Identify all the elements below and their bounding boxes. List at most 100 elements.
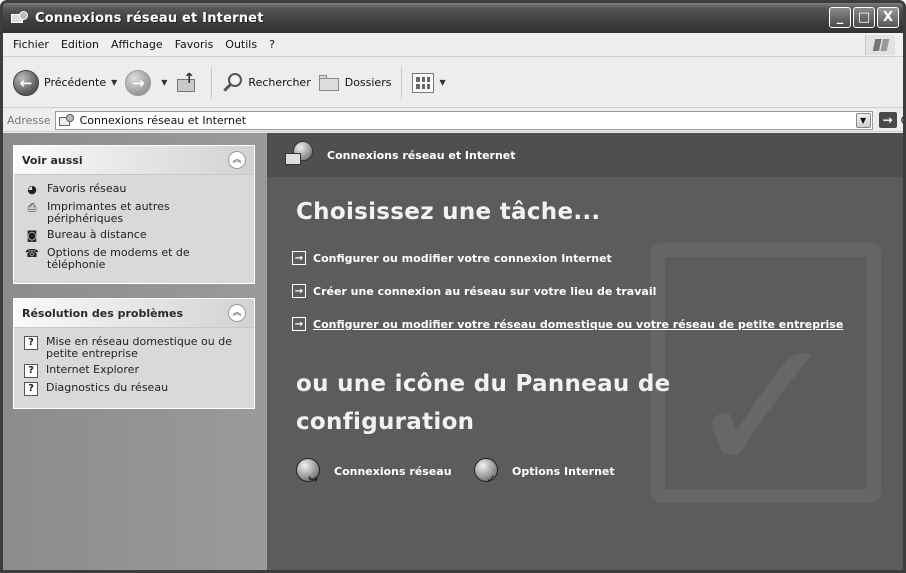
- menu-help[interactable]: ?: [263, 38, 281, 51]
- sidebar-item-label: Bureau à distance: [47, 228, 147, 241]
- control-panel-network-connections[interactable]: ↪ Connexions réseau: [296, 456, 452, 486]
- network-connections-icon: [58, 113, 75, 127]
- see-also-header[interactable]: Voir aussi ︽: [14, 146, 254, 175]
- search-icon: [222, 72, 244, 94]
- icon-heading-line1: ou une icône du Panneau de: [296, 371, 671, 397]
- window-controls: _ □ X: [829, 7, 899, 28]
- printer-icon: ⎙: [27, 201, 37, 214]
- sidebar-item-label: Favoris réseau: [47, 182, 127, 195]
- search-button[interactable]: Rechercher: [218, 65, 314, 101]
- menu-affichage[interactable]: Affichage: [105, 38, 169, 51]
- icon-heading-line2: configuration: [296, 409, 475, 435]
- panel-title: Résolution des problèmes: [22, 306, 184, 320]
- cp-label: Options Internet: [512, 464, 615, 478]
- sidebar-item-network-diagnostics[interactable]: ? Diagnostics du réseau: [24, 382, 248, 396]
- internet-options-icon: ✓: [474, 456, 504, 486]
- explorer-window: Connexions réseau et Internet _ □ X Fich…: [0, 0, 906, 573]
- sidebar-item-printers[interactable]: ⎙ Imprimantes et autres périphériques: [24, 201, 248, 225]
- folder-icon: [318, 74, 341, 92]
- task-link-internet-connection[interactable]: → Configurer ou modifier votre connexion…: [292, 251, 612, 265]
- windows-logo-icon: [865, 35, 895, 55]
- panel-body: ? Mise en réseau domestique ou de petite…: [14, 328, 254, 408]
- address-bar: Adresse Connexions réseau et Internet ▼ …: [3, 109, 903, 132]
- back-button[interactable]: ← Précédente ▼: [9, 65, 121, 101]
- task-link-workplace-connection[interactable]: → Créer une connexion au réseau sur votr…: [292, 284, 656, 298]
- sidebar-item-phone-modem[interactable]: ☎ Options de modems et de téléphonie: [24, 247, 248, 271]
- troubleshoot-header[interactable]: Résolution des problèmes ︽: [14, 299, 254, 328]
- go-button[interactable]: → OK: [878, 112, 903, 128]
- menu-edition[interactable]: Edition: [55, 38, 105, 51]
- close-button[interactable]: X: [877, 7, 899, 28]
- control-panel-internet-options[interactable]: ✓ Options Internet: [474, 456, 615, 486]
- go-label: OK: [901, 114, 903, 127]
- views-icon: [412, 72, 435, 93]
- panel-title: Voir aussi: [22, 153, 83, 167]
- category-title: Connexions réseau et Internet: [327, 148, 516, 162]
- minimize-button[interactable]: _: [829, 7, 851, 28]
- toolbar: ← Précédente ▼ → ▼ ↑ Rechercher Dossiers…: [3, 58, 903, 108]
- remote-desktop-icon: ◙: [26, 229, 38, 242]
- go-arrow-icon: →: [878, 112, 897, 128]
- menu-fichier[interactable]: Fichier: [7, 38, 55, 51]
- folders-label: Dossiers: [344, 76, 392, 89]
- search-label: Rechercher: [248, 76, 311, 89]
- background-checkmark-decoration: ✓: [683, 297, 843, 518]
- collapse-icon[interactable]: ︽: [228, 151, 246, 169]
- see-also-panel: Voir aussi ︽ ◕ Favoris réseau ⎙ Impriman…: [13, 145, 255, 284]
- network-connections-icon: [11, 11, 29, 25]
- panel-body: ◕ Favoris réseau ⎙ Imprimantes et autres…: [14, 175, 254, 283]
- help-icon: ?: [24, 364, 38, 378]
- category-header: Connexions réseau et Internet: [267, 133, 903, 177]
- task-link-home-network[interactable]: → Configurer ou modifier votre réseau do…: [292, 317, 843, 331]
- network-globe-icon: [283, 139, 315, 171]
- help-icon: ?: [24, 336, 38, 350]
- chevron-down-icon[interactable]: ▼: [439, 78, 445, 87]
- address-value: Connexions réseau et Internet: [79, 113, 247, 127]
- up-button[interactable]: ↑: [171, 65, 205, 101]
- sidebar-item-label: Options de modems et de téléphonie: [47, 246, 190, 271]
- task-label: Créer une connexion au réseau sur votre …: [313, 284, 657, 298]
- sidebar-item-home-network[interactable]: ? Mise en réseau domestique ou de petite…: [24, 336, 248, 360]
- troubleshoot-panel: Résolution des problèmes ︽ ? Mise en rés…: [13, 298, 255, 409]
- arrow-right-icon: →: [292, 284, 306, 298]
- title-bar[interactable]: Connexions réseau et Internet _ □ X: [3, 3, 903, 33]
- window-title: Connexions réseau et Internet: [35, 10, 264, 26]
- sidebar-item-internet-explorer[interactable]: ? Internet Explorer: [24, 364, 248, 378]
- chevron-down-icon[interactable]: ▼: [161, 78, 167, 87]
- menu-bar: Fichier Edition Affichage Favoris Outils…: [3, 33, 903, 57]
- task-label: Configurer ou modifier votre connexion I…: [313, 251, 612, 265]
- sidebar-item-remote-desktop[interactable]: ◙ Bureau à distance: [24, 229, 248, 243]
- menu-favoris[interactable]: Favoris: [169, 38, 220, 51]
- arrow-right-icon: →: [292, 317, 306, 331]
- forward-arrow-icon: →: [125, 69, 152, 96]
- views-button[interactable]: ▼: [408, 65, 449, 101]
- menu-outils[interactable]: Outils: [219, 38, 263, 51]
- collapse-icon[interactable]: ︽: [228, 304, 246, 322]
- address-label: Adresse: [7, 113, 51, 127]
- sidebar-item-network-places[interactable]: ◕ Favoris réseau: [24, 183, 248, 197]
- address-input[interactable]: Connexions réseau et Internet ▼: [54, 110, 873, 130]
- folders-button[interactable]: Dossiers: [315, 65, 396, 101]
- sidebar-item-label: Diagnostics du réseau: [46, 381, 169, 394]
- sidebar-item-label: Imprimantes et autres périphériques: [47, 200, 170, 225]
- address-dropdown-icon[interactable]: ▼: [855, 112, 871, 128]
- content-area: Voir aussi ︽ ◕ Favoris réseau ⎙ Impriman…: [3, 133, 903, 570]
- task-pane: Voir aussi ︽ ◕ Favoris réseau ⎙ Impriman…: [3, 133, 267, 570]
- back-label: Précédente: [44, 76, 107, 89]
- cp-label: Connexions réseau: [334, 464, 452, 478]
- maximize-button[interactable]: □: [853, 7, 875, 28]
- sidebar-item-label: Internet Explorer: [46, 363, 139, 376]
- sidebar-item-label: Mise en réseau domestique ou de petite e…: [46, 335, 232, 360]
- phone-modem-icon: ☎: [25, 247, 39, 260]
- category-view: ✓ Connexions réseau et Internet Choisiss…: [267, 133, 903, 570]
- folder-up-icon: ↑: [175, 71, 199, 95]
- toolbar-separator: [401, 66, 403, 99]
- forward-button[interactable]: → ▼: [121, 65, 171, 101]
- task-heading: Choisissez une tâche...: [296, 199, 601, 225]
- arrow-right-icon: →: [292, 251, 306, 265]
- chevron-down-icon[interactable]: ▼: [111, 78, 117, 87]
- task-label: Configurer ou modifier votre réseau dome…: [313, 317, 844, 331]
- back-arrow-icon: ←: [13, 69, 39, 96]
- help-icon: ?: [24, 382, 38, 396]
- toolbar-separator: [211, 66, 213, 99]
